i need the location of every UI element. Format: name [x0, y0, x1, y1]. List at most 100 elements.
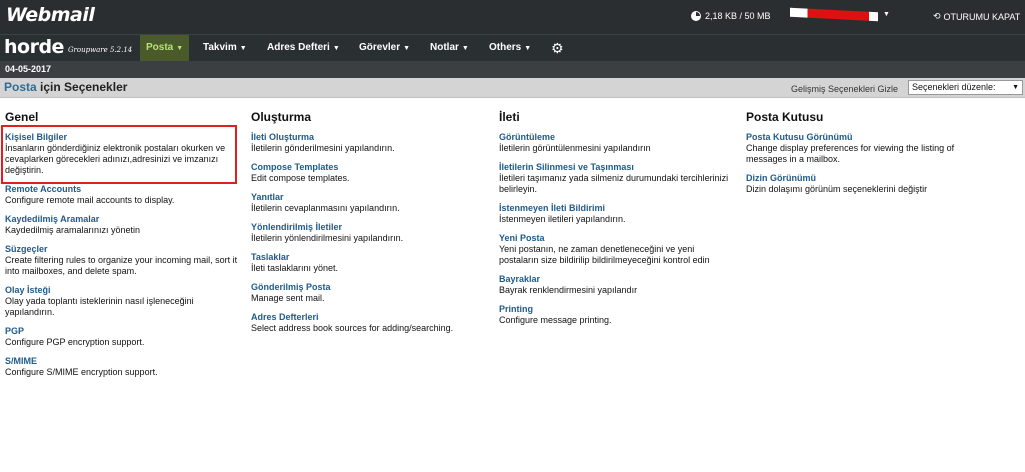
column-heading: Oluşturma	[251, 110, 312, 124]
nav-notlar[interactable]: Notlar ▼	[430, 35, 469, 61]
option-link[interactable]: Taslaklar	[251, 252, 486, 263]
option-link[interactable]: Remote Accounts	[5, 184, 240, 195]
option-description: Configure PGP encryption support.	[5, 337, 145, 347]
option-entry: Yanıtlar İletilerin cevaplanmasını yapıl…	[251, 192, 486, 214]
option-entry: İleti Oluşturma İletilerin gönderilmesin…	[251, 132, 486, 154]
page-title-rest: için Seçenekler	[36, 80, 128, 94]
horde-navbar: horde Groupware 5.2.14 Posta ▼ Takvim ▼ Ad…	[0, 34, 1025, 61]
option-description: Configure S/MIME encryption support.	[5, 367, 158, 377]
chevron-down-icon: ▼	[176, 45, 184, 52]
option-entry: Gönderilmiş Posta Manage sent mail.	[251, 282, 486, 304]
option-description: Create filtering rules to organize your …	[5, 255, 238, 276]
logout-icon: ⟲	[933, 11, 941, 21]
option-link[interactable]: Bayraklar	[499, 274, 734, 285]
option-entry: Kaydedilmiş Aramalar Kaydedilmiş aramala…	[5, 214, 240, 236]
option-entry: Adres Defterleri Select address book sou…	[251, 312, 486, 334]
option-link[interactable]: Dizin Görünümü	[746, 173, 981, 184]
option-entry: PGP Configure PGP encryption support.	[5, 326, 240, 348]
nav-notlar-label: Notlar	[430, 42, 459, 53]
nav-others[interactable]: Others ▼	[489, 35, 531, 61]
option-link[interactable]: Süzgeçler	[5, 244, 240, 255]
option-entry: Olay İsteği Olay yada toplantı istekleri…	[5, 285, 240, 318]
horde-logo[interactable]: horde Groupware 5.2.14	[4, 37, 132, 57]
option-link[interactable]: Olay İsteği	[5, 285, 240, 296]
option-description: İletilerin yönlendirilmesini yapılandırı…	[251, 233, 404, 243]
chevron-down-icon: ▼	[883, 11, 890, 18]
option-description: İleti taslaklarını yönet.	[251, 263, 339, 273]
option-link[interactable]: İstenmeyen İleti Bildirimi	[499, 203, 734, 214]
option-link[interactable]: Gönderilmiş Posta	[251, 282, 486, 293]
nav-takvim[interactable]: Takvim ▼	[203, 35, 247, 61]
option-description: Change display preferences for viewing t…	[746, 143, 955, 164]
options-select[interactable]: Seçenekleri düzenle: ▼	[908, 80, 1023, 95]
chevron-down-icon: ▼	[524, 45, 532, 52]
chevron-down-icon: ▼	[461, 45, 469, 52]
option-entry: Taslaklar İleti taslaklarını yönet.	[251, 252, 486, 274]
option-link[interactable]: PGP	[5, 326, 240, 337]
options-header: Posta için Seçenekler Gelişmiş Seçenekle…	[0, 78, 1025, 98]
option-description: İletilerin görüntülenmesini yapılandırın	[499, 143, 651, 153]
option-entry: Süzgeçler Create filtering rules to orga…	[5, 244, 240, 277]
nav-takvim-label: Takvim	[203, 42, 237, 53]
chevron-down-icon: ▼	[239, 45, 247, 52]
options-select-value: Seçenekleri düzenle:	[912, 82, 996, 92]
column-heading: Genel	[5, 110, 39, 124]
option-entry: Yönlendirilmiş İletiler İletilerin yönle…	[251, 222, 486, 244]
redacted-username	[790, 7, 878, 22]
page-title: Posta için Seçenekler	[4, 80, 127, 94]
option-description: İstenmeyen iletileri yapılandırın.	[499, 214, 626, 224]
option-description: Bayrak renklendirmesini yapılandır	[499, 285, 638, 295]
option-description: Olay yada toplantı isteklerinin nasıl iş…	[5, 296, 194, 317]
option-link[interactable]: Yeni Posta	[499, 233, 734, 244]
option-link[interactable]: İletilerin Silinmesi ve Taşınması	[499, 162, 734, 173]
option-description: Edit compose templates.	[251, 173, 350, 183]
highlight-box	[1, 125, 237, 184]
option-entry: Yeni Posta Yeni postanın, ne zaman denet…	[499, 233, 734, 266]
nav-adres-defteri-label: Adres Defteri	[267, 42, 330, 53]
logout-label: OTURUMU KAPAT	[943, 11, 1021, 22]
page-title-app: Posta	[4, 80, 37, 94]
option-description: Configure message printing.	[499, 315, 612, 325]
gear-icon[interactable]: ⚙	[551, 40, 564, 56]
option-entry: Printing Configure message printing.	[499, 304, 734, 326]
option-link[interactable]: Kaydedilmiş Aramalar	[5, 214, 240, 225]
column-posta-kutusu: Posta Kutusu Posta Kutusu Görünümü Chang…	[746, 110, 981, 203]
option-link[interactable]: Yönlendirilmiş İletiler	[251, 222, 486, 233]
date-bar: 04-05-2017	[0, 61, 1025, 78]
chevron-down-icon: ▼	[1012, 84, 1019, 91]
option-description: Yeni postanın, ne zaman denetleneceğini …	[499, 244, 710, 265]
option-link[interactable]: Compose Templates	[251, 162, 486, 173]
column-olusturma: Oluşturma İleti Oluşturma İletilerin gön…	[251, 110, 486, 342]
nav-adres-defteri[interactable]: Adres Defteri ▼	[267, 35, 340, 61]
webmail-logo[interactable]: Webmail	[6, 4, 95, 26]
nav-gorevler-label: Görevler	[359, 42, 401, 53]
quota-indicator: 2,18 KB / 50 MB	[691, 11, 771, 21]
pie-chart-icon	[691, 11, 701, 21]
column-ileti: İleti Görüntüleme İletilerin görüntülenm…	[499, 110, 734, 334]
option-link[interactable]: İleti Oluşturma	[251, 132, 486, 143]
advanced-options-toggle[interactable]: Gelişmiş Seçenekleri Gizle	[791, 84, 898, 94]
nav-gorevler[interactable]: Görevler ▼	[359, 35, 410, 61]
webmail-topbar: Webmail 2,18 KB / 50 MB ▼ ⟲ OTURUMU KAPA…	[0, 0, 1025, 34]
option-link[interactable]: S/MIME	[5, 356, 240, 367]
option-entry: Posta Kutusu Görünümü Change display pre…	[746, 132, 981, 165]
nav-posta[interactable]: Posta ▼	[140, 35, 190, 61]
quota-text: 2,18 KB / 50 MB	[705, 11, 771, 21]
option-entry: Compose Templates Edit compose templates…	[251, 162, 486, 184]
option-description: İletilerin cevaplanmasını yapılandırın.	[251, 203, 400, 213]
option-link[interactable]: Adres Defterleri	[251, 312, 486, 323]
logout-button[interactable]: ⟲ OTURUMU KAPAT	[933, 11, 1020, 22]
option-description: Select address book sources for adding/s…	[251, 323, 454, 333]
option-link[interactable]: Görüntüleme	[499, 132, 734, 143]
option-link[interactable]: Printing	[499, 304, 734, 315]
option-link[interactable]: Yanıtlar	[251, 192, 486, 203]
option-link[interactable]: Posta Kutusu Görünümü	[746, 132, 981, 143]
option-entry: Dizin Görünümü Dizin dolaşımı görünüm se…	[746, 173, 981, 195]
chevron-down-icon: ▼	[403, 45, 411, 52]
nav-posta-label: Posta	[146, 42, 174, 53]
option-description: Configure remote mail accounts to displa…	[5, 195, 175, 205]
user-menu[interactable]: ▼	[790, 7, 890, 22]
option-description: İletilerin gönderilmesini yapılandırın.	[251, 143, 395, 153]
option-description: Kaydedilmiş aramalarınızı yönetin	[5, 225, 141, 235]
column-heading: Posta Kutusu	[746, 110, 824, 124]
